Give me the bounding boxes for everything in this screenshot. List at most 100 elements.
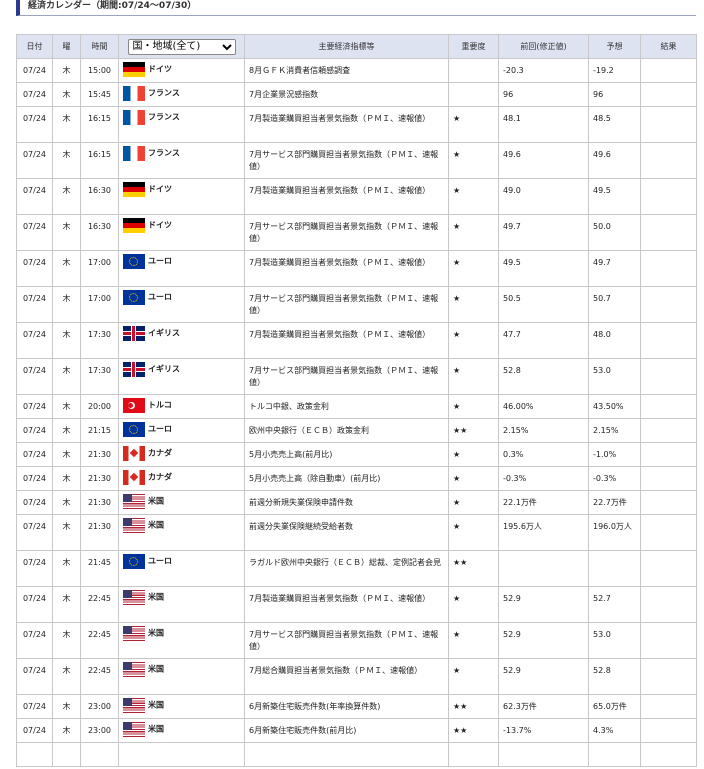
row-previous: -0.3% [498, 466, 589, 491]
row-forecast: 43.50% [588, 394, 641, 419]
row-country: フランス [118, 142, 245, 179]
row-weekday: 木 [52, 58, 81, 83]
row-weekday: 木 [52, 358, 81, 395]
row-country: フランス [118, 106, 245, 143]
row-indicator: 7月製造業購買担当者景気指数（ＰＭＩ、速報値） [244, 106, 449, 143]
header-indicator: 主要経済指標等 [244, 34, 449, 59]
row-date: 07/24 [16, 142, 53, 179]
row-weekday: 木 [52, 322, 81, 359]
row-importance: ★ [448, 250, 499, 287]
row-country: ドイツ [118, 178, 245, 215]
row-indicator: 欧州中央銀行（ＥＣＢ）政策金利 [244, 418, 449, 443]
flag-eu-icon [123, 290, 145, 305]
row-time: 15:45 [80, 82, 119, 107]
row-result [640, 466, 697, 491]
row-previous [498, 742, 589, 767]
row-country: 米国 [118, 514, 245, 551]
row-previous: 2.15% [498, 418, 589, 443]
country-filter-select[interactable]: 国・地域(全て) [127, 38, 236, 55]
row-indicator: 7月総合購買担当者景気指数（ＰＭＩ、速報値） [244, 658, 449, 695]
table-row: 07/24 木 21:30 カナダ 5月小売売上高(前月比) ★ 0.3% -1.0% [16, 442, 697, 467]
row-result [640, 178, 697, 215]
row-time: 22:45 [80, 658, 119, 695]
flag-us-icon [123, 494, 145, 509]
row-country: イギリス [118, 322, 245, 359]
table-row: 07/24 木 20:00 トルコ トルコ中銀、政策金利 ★ 46.00% 43.50% [16, 394, 697, 419]
row-country: ドイツ [118, 58, 245, 83]
row-importance: ★ [448, 322, 499, 359]
header-time: 時間 [80, 34, 119, 59]
row-importance: ★ [448, 658, 499, 695]
row-indicator: 7月製造業購買担当者景気指数（ＰＭＩ、速報値） [244, 178, 449, 215]
row-importance: ★ [448, 106, 499, 143]
row-time: 16:30 [80, 214, 119, 251]
flag-us-icon [123, 518, 145, 533]
row-forecast: 2.15% [588, 418, 641, 443]
row-indicator: 前週分失業保険継続受給者数 [244, 514, 449, 551]
row-date: 07/24 [16, 622, 53, 659]
row-country: ドイツ [118, 214, 245, 251]
row-indicator: ラガルド欧州中央銀行（ＥＣＢ）総裁、定例記者会見 [244, 550, 449, 587]
row-time: 16:15 [80, 142, 119, 179]
row-weekday: 木 [52, 394, 81, 419]
country-name: カナダ [148, 448, 172, 458]
country-name: ユーロ [148, 256, 172, 266]
row-result [640, 742, 697, 767]
row-date: 07/24 [16, 586, 53, 623]
row-date: 07/24 [16, 286, 53, 323]
row-time: 21:30 [80, 442, 119, 467]
row-country: ユーロ [118, 286, 245, 323]
row-date: 07/24 [16, 394, 53, 419]
flag-eu-icon [123, 554, 145, 569]
row-time: 21:30 [80, 490, 119, 515]
row-date: 07/24 [16, 466, 53, 491]
row-time: 17:00 [80, 250, 119, 287]
row-weekday: 木 [52, 586, 81, 623]
calendar-rows: 07/24 木 15:00 ドイツ 8月ＧＦＫ消費者信頼感調査 -20.3 -19.2 07/… [16, 58, 697, 767]
row-indicator: 7月サービス部門購買担当者景気指数（ＰＭＩ、速報値） [244, 622, 449, 659]
table-row: 07/24 木 17:00 ユーロ 7月サービス部門購買担当者景気指数（ＰＭＩ、速報値）… [16, 286, 697, 323]
country-name: ドイツ [148, 64, 172, 74]
country-name: ユーロ [148, 292, 172, 302]
row-time: 21:30 [80, 514, 119, 551]
row-date: 07/24 [16, 250, 53, 287]
flag-us-icon [123, 662, 145, 677]
row-date: 07/24 [16, 718, 53, 743]
table-row: 07/24 木 16:30 ドイツ 7月サービス部門購買担当者景気指数（ＰＭＩ、速報値）… [16, 214, 697, 251]
row-previous: 52.9 [498, 586, 589, 623]
row-forecast: 4.3% [588, 718, 641, 743]
row-forecast: 196.0万人 [588, 514, 641, 551]
table-row: 07/24 木 17:00 ユーロ 7月製造業購買担当者景気指数（ＰＭＩ、速報値） ★ 49… [16, 250, 697, 287]
row-importance: ★ [448, 514, 499, 551]
row-country: 米国 [118, 490, 245, 515]
row-importance: ★ [448, 442, 499, 467]
row-result [640, 58, 697, 83]
row-weekday: 木 [52, 82, 81, 107]
row-indicator: 5月小売売上高（除自動車）(前月比) [244, 466, 449, 491]
calendar-title: 経済カレンダー（期間:07/24～07/30） [28, 1, 197, 11]
row-importance: ★ [448, 142, 499, 179]
row-date [16, 742, 53, 767]
table-row: 07/24 木 17:30 イギリス 7月製造業購買担当者景気指数（ＰＭＩ、速報値） ★ 4… [16, 322, 697, 359]
row-time: 21:30 [80, 466, 119, 491]
row-forecast: 53.0 [588, 358, 641, 395]
flag-fr-icon [123, 86, 145, 101]
flag-tr-icon [123, 398, 145, 413]
row-weekday: 木 [52, 106, 81, 143]
row-weekday: 木 [52, 490, 81, 515]
row-country [118, 742, 245, 767]
table-row: 07/24 木 17:30 イギリス 7月サービス部門購買担当者景気指数（ＰＭＩ、速報値… [16, 358, 697, 395]
row-date: 07/24 [16, 490, 53, 515]
row-weekday: 木 [52, 550, 81, 587]
row-previous: 96 [498, 82, 589, 107]
country-name: フランス [148, 88, 180, 98]
row-previous: 46.00% [498, 394, 589, 419]
row-forecast [588, 742, 641, 767]
row-date: 07/24 [16, 178, 53, 215]
row-importance [448, 58, 499, 83]
row-indicator: 7月製造業購買担当者景気指数（ＰＭＩ、速報値） [244, 322, 449, 359]
row-previous: 49.5 [498, 250, 589, 287]
row-forecast: 53.0 [588, 622, 641, 659]
table-row: 07/24 木 15:45 フランス 7月企業景況感指数 96 96 [16, 82, 697, 107]
header-forecast: 予想 [588, 34, 641, 59]
